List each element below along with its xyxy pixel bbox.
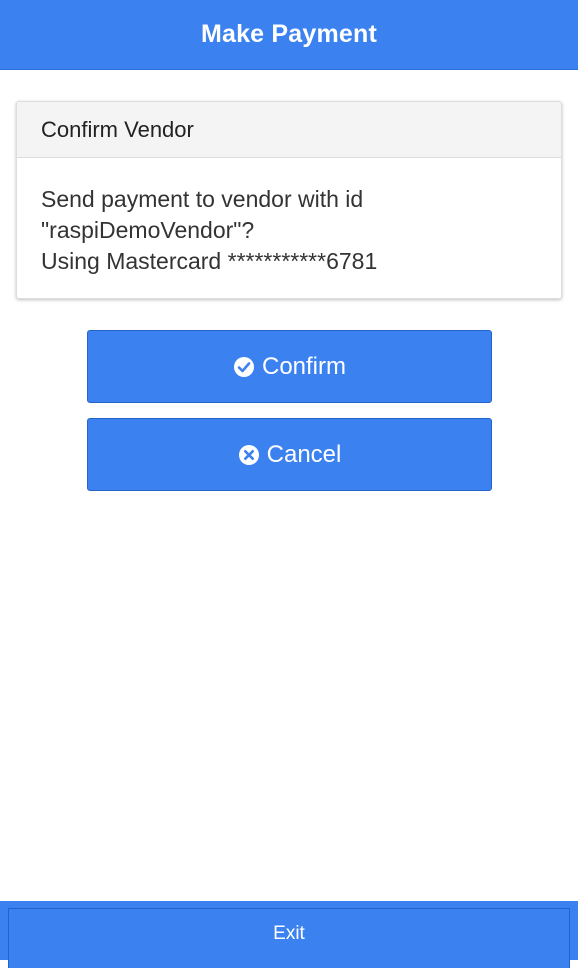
confirm-vendor-card: Confirm Vendor Send payment to vendor wi… bbox=[16, 101, 562, 299]
bottom-bar: Exit bbox=[0, 901, 578, 968]
check-circle-icon bbox=[233, 356, 255, 378]
confirm-button-label: Confirm bbox=[261, 352, 346, 380]
exit-button[interactable]: Exit bbox=[8, 908, 570, 968]
confirm-button[interactable]: Confirm bbox=[87, 330, 492, 403]
close-circle-icon bbox=[238, 444, 260, 466]
card-body: Send payment to vendor with id "raspiDem… bbox=[17, 158, 561, 277]
cancel-button[interactable]: Cancel bbox=[87, 418, 492, 491]
card-header: Confirm Vendor bbox=[17, 102, 561, 158]
exit-button-label: Exit bbox=[273, 922, 305, 944]
page-title: Make Payment bbox=[200, 20, 378, 48]
card-body-line: Using Mastercard ***********6781 bbox=[41, 248, 378, 274]
card-body-line: "raspiDemoVendor"? bbox=[41, 217, 255, 243]
top-bar: Make Payment bbox=[0, 0, 578, 70]
card-title: Confirm Vendor bbox=[41, 116, 194, 142]
card-body-line: Send payment to vendor with id bbox=[41, 186, 364, 212]
cancel-button-label: Cancel bbox=[266, 440, 342, 468]
